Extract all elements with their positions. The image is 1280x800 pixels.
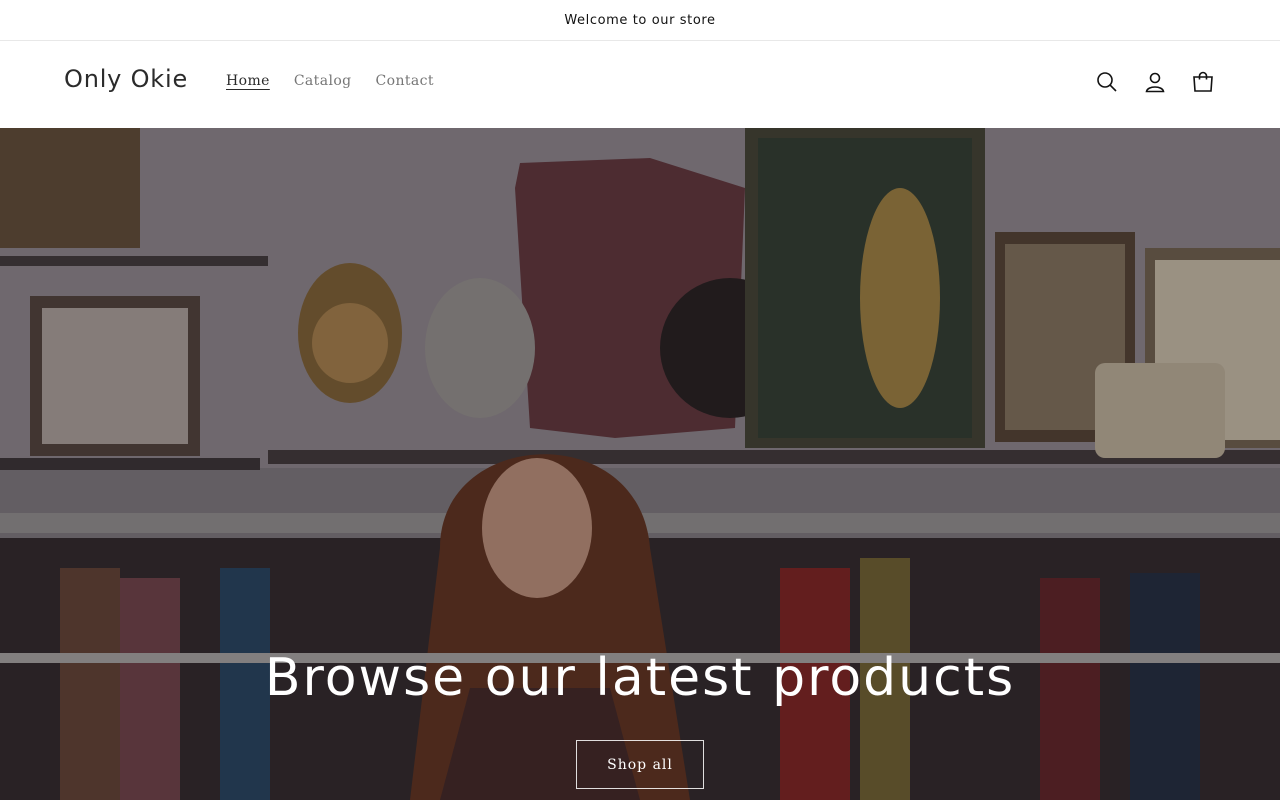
shop-all-button[interactable]: Shop all bbox=[576, 740, 704, 789]
announcement-text: Welcome to our store bbox=[564, 12, 716, 28]
header-icons bbox=[1094, 69, 1216, 95]
hero-banner: Browse our latest products Shop all bbox=[0, 128, 1280, 800]
hero-title: Browse our latest products bbox=[264, 648, 1016, 708]
nav-item-contact[interactable]: Contact bbox=[376, 73, 434, 89]
main-nav: Home Catalog Contact bbox=[226, 73, 434, 89]
account-icon[interactable] bbox=[1142, 69, 1168, 95]
cart-icon[interactable] bbox=[1190, 69, 1216, 95]
hero-content: Browse our latest products bbox=[0, 648, 1280, 708]
store-logo[interactable]: Only Okie bbox=[64, 65, 188, 93]
search-icon[interactable] bbox=[1094, 69, 1120, 95]
nav-item-catalog[interactable]: Catalog bbox=[294, 73, 352, 89]
nav-item-home[interactable]: Home bbox=[226, 73, 270, 89]
site-header: Only Okie Home Catalog Contact bbox=[0, 41, 1280, 128]
announcement-bar: Welcome to our store bbox=[0, 0, 1280, 41]
